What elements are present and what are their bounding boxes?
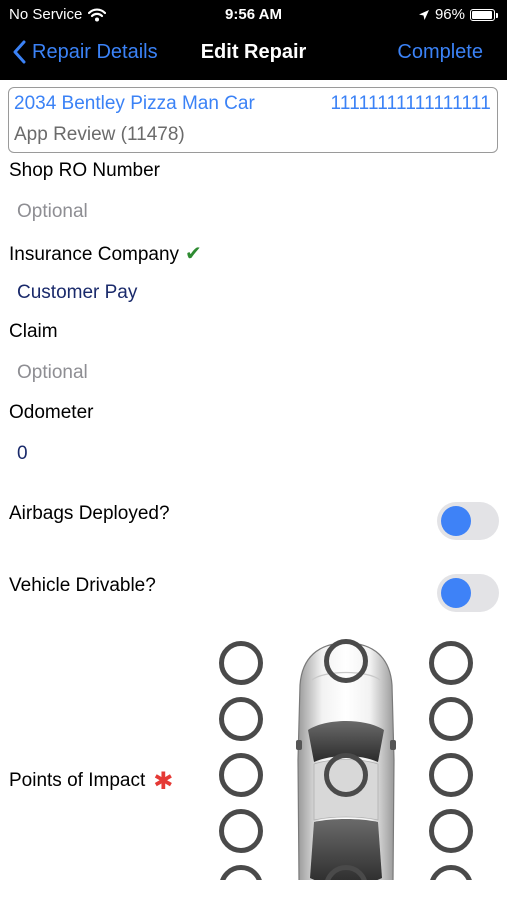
drivable-label: Vehicle Drivable? [9,575,156,596]
navigation-bar: Repair Details Edit Repair Complete [0,28,507,80]
battery-icon [470,8,498,21]
chevron-left-icon [13,40,26,64]
odometer-label: Odometer [9,402,94,423]
vehicle-card[interactable]: 2034 Bentley Pizza Man Car 1111111111111… [8,87,498,153]
toggle-knob [441,578,471,608]
location-arrow-icon [418,9,429,20]
impact-point-right-front-door[interactable] [429,697,473,741]
odometer-input[interactable]: 0 [17,443,487,473]
impact-point-left-rear-door[interactable] [219,809,263,853]
impact-point-roof[interactable] [324,753,368,797]
battery-fill [472,10,493,19]
vehicle-vin: 11111111111111111 [330,93,491,114]
shop-ro-label: Shop RO Number [9,160,161,181]
claim-input[interactable]: Optional [17,362,487,392]
battery-percent: 96% [434,6,465,23]
impact-point-left-center[interactable] [219,753,263,797]
insurance-label-row: Insurance Company ✔ [9,241,202,266]
impact-point-right-rear[interactable] [429,865,473,880]
vehicle-subtitle: App Review (11478) [14,124,185,145]
impact-point-front-center[interactable] [324,639,368,683]
shop-ro-input[interactable]: Optional [17,201,487,231]
complete-button[interactable]: Complete [397,41,483,64]
bottom-safe-area [0,880,507,900]
status-bar: No Service 9:56 AM 96% [0,0,507,28]
back-button-label: Repair Details [32,40,158,63]
impact-point-left-rear[interactable] [219,865,263,880]
status-right: 96% [418,6,498,23]
impact-point-right-center[interactable] [429,753,473,797]
checkmark-icon: ✔ [185,243,202,265]
impact-point-right-rear-door[interactable] [429,809,473,853]
impact-selector [0,625,507,880]
insurance-company-field[interactable]: Customer Pay [17,282,487,312]
drivable-toggle[interactable] [437,574,499,612]
airbags-toggle[interactable] [437,502,499,540]
vehicle-name: 2034 Bentley Pizza Man Car [14,93,255,114]
claim-label: Claim [9,321,58,342]
impact-point-left-front[interactable] [219,641,263,685]
toggle-knob [441,506,471,536]
back-button[interactable]: Repair Details [12,40,158,64]
impact-point-right-front[interactable] [429,641,473,685]
airbags-label: Airbags Deployed? [9,503,170,524]
insurance-label: Insurance Company [9,244,180,265]
impact-point-left-front-door[interactable] [219,697,263,741]
